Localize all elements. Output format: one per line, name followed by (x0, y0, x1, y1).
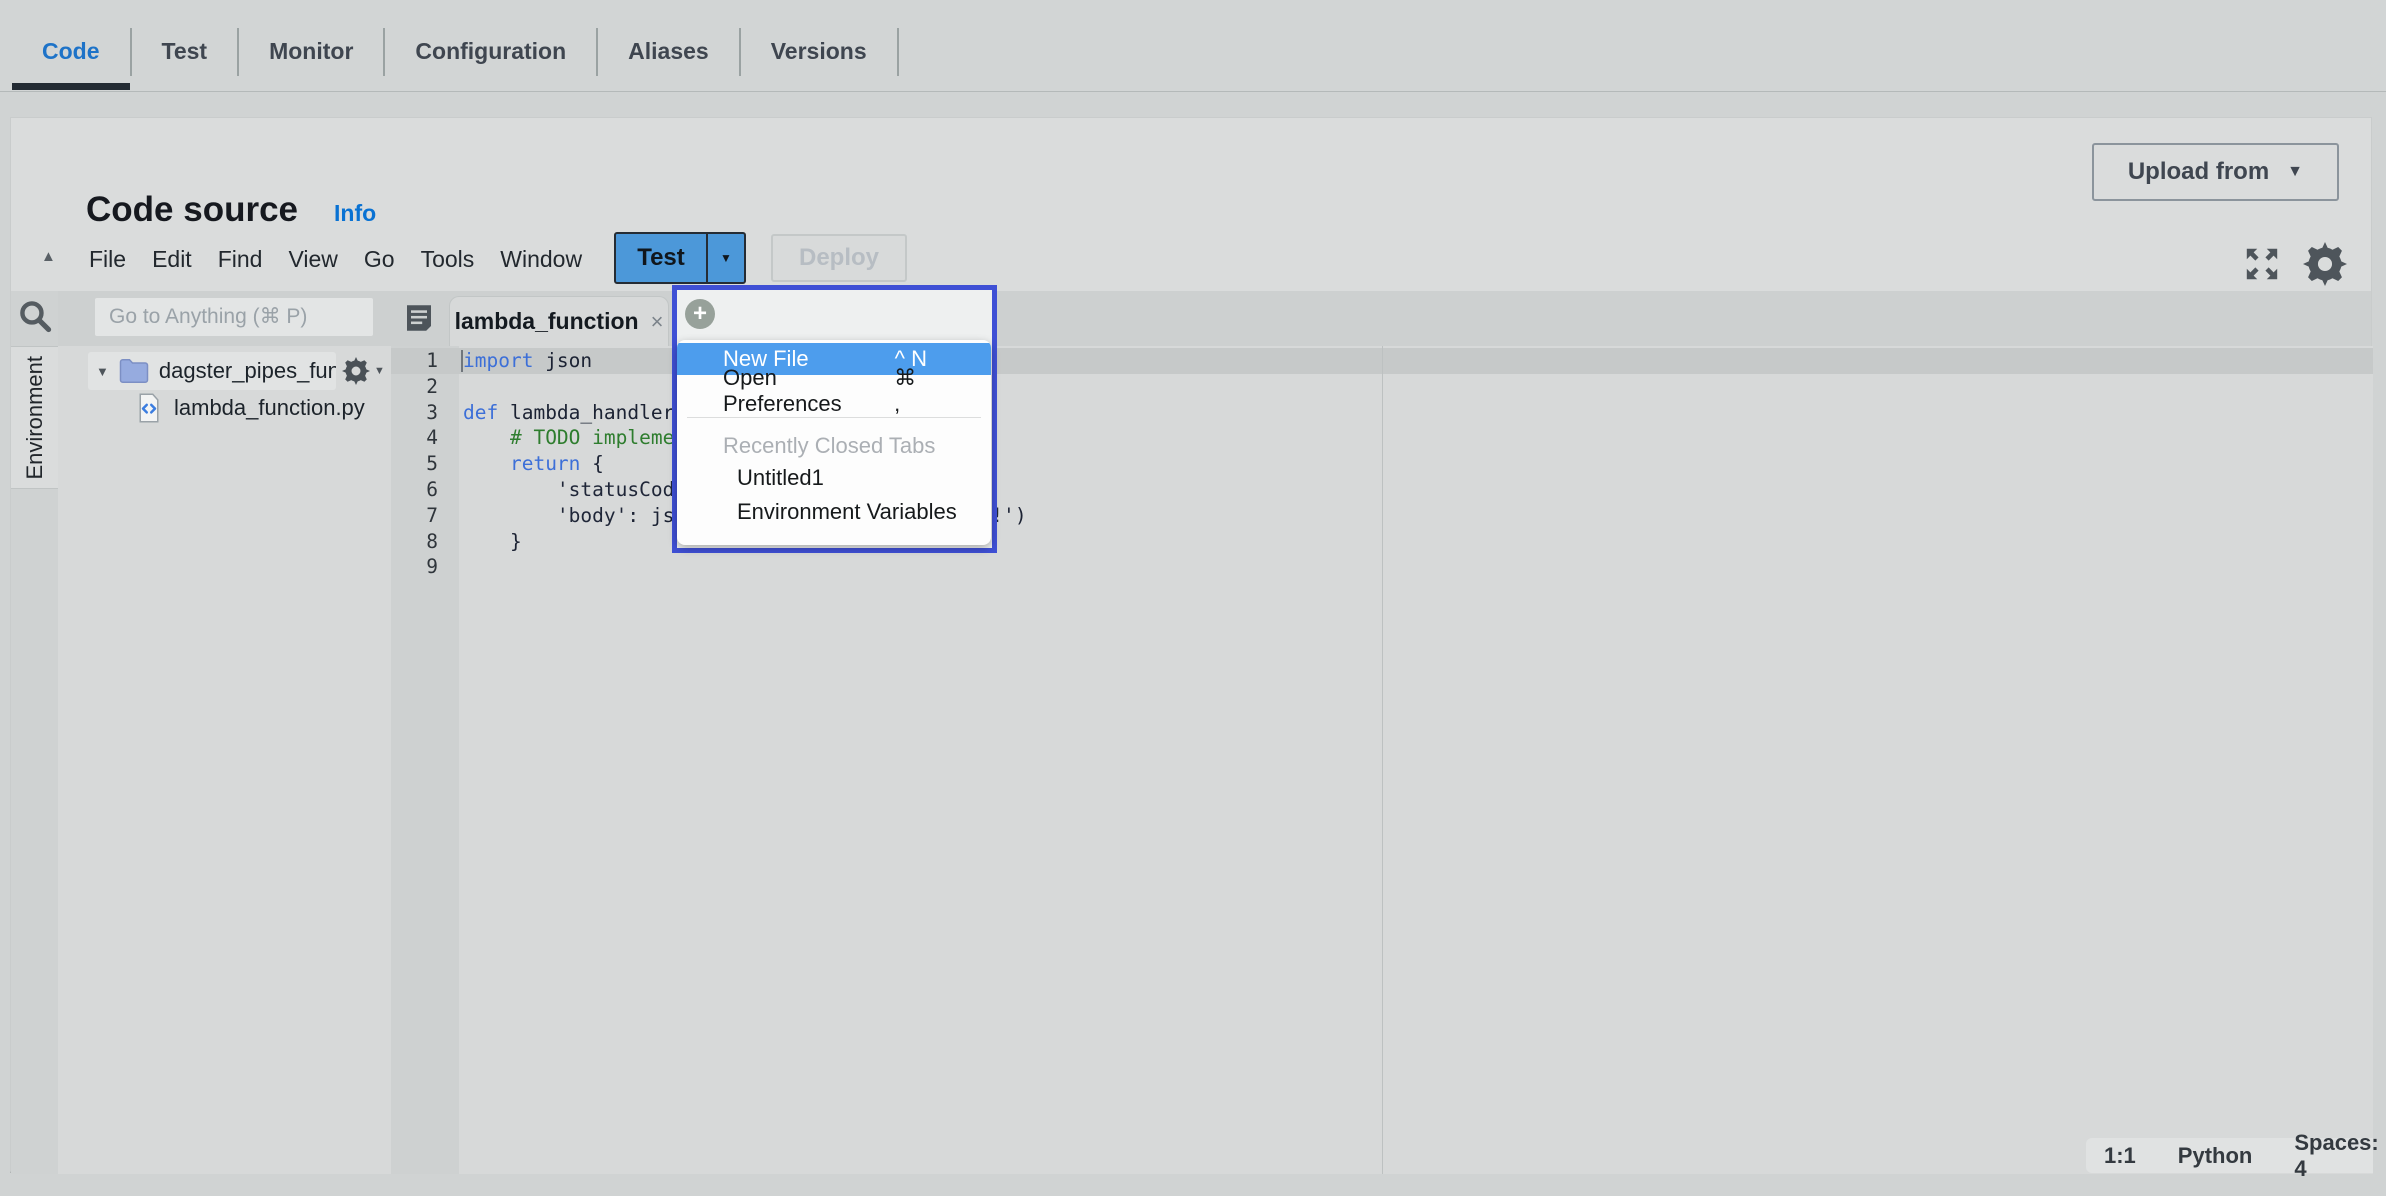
menubar-item[interactable]: Window (500, 246, 582, 273)
line-number: 3 (391, 400, 438, 426)
chevron-down-icon: ▼ (2287, 163, 2303, 181)
nav-tab[interactable]: Aliases (598, 28, 741, 76)
text-cursor (461, 350, 463, 372)
nav-tab[interactable]: Configuration (385, 28, 598, 76)
editor-statusbar: 1:1 Python Spaces: 4 (2086, 1138, 2373, 1173)
tab-lambda-function[interactable]: lambda_function × (449, 296, 669, 346)
cursor-position[interactable]: 1:1 (2104, 1143, 2136, 1169)
fullscreen-icon[interactable] (2243, 245, 2281, 283)
tab-label: lambda_function (455, 308, 639, 335)
code-text: # TODO implement (463, 425, 698, 451)
editor-window-icons (2243, 242, 2347, 286)
code-text: } (463, 529, 522, 555)
tree-gear-caret-icon: ▼ (374, 365, 385, 377)
indent-setting[interactable]: Spaces: 4 (2294, 1130, 2378, 1182)
folder-name: dagster_pipes_funct (159, 358, 336, 384)
menu-item-shortcut: ⌘ , (894, 365, 927, 417)
page-title: Code source (86, 190, 298, 230)
editor-menubar: File Edit Find View Go Tools Window (89, 231, 582, 287)
nav-tab[interactable]: Versions (741, 28, 899, 76)
nav-tab-list: CodeTestMonitorConfigurationAliasesVersi… (0, 12, 2386, 91)
tree-row-folder[interactable]: ▼ dagster_pipes_funct ▼ (88, 352, 391, 390)
code-text: return { (463, 451, 604, 477)
syntax-mode[interactable]: Python (2178, 1143, 2253, 1169)
nav-tab[interactable]: Test (132, 28, 240, 76)
new-tab-plus-button[interactable]: + (685, 299, 715, 329)
menubar-item[interactable]: Edit (152, 246, 192, 273)
test-button[interactable]: Test (616, 234, 706, 282)
menu-divider (687, 417, 981, 418)
menubar-item[interactable]: Tools (421, 246, 475, 273)
python-file-icon (136, 393, 162, 423)
code-source-panel: Code source Info Upload from ▼ ▲ File Edi… (10, 117, 2372, 1173)
upload-from-button[interactable]: Upload from ▼ (2092, 143, 2339, 201)
search-icon[interactable] (18, 299, 52, 333)
file-name: lambda_function.py (174, 395, 365, 421)
code-line[interactable]: 9 (391, 554, 2373, 580)
collapse-editor-icon[interactable]: ▲ (41, 248, 56, 265)
settings-gear-icon[interactable] (2303, 242, 2347, 286)
nav-tab[interactable]: Monitor (239, 28, 385, 76)
line-number: 6 (391, 477, 438, 503)
menubar-item[interactable]: Go (364, 246, 395, 273)
test-split-button[interactable]: Test ▼ (614, 232, 746, 284)
new-tab-dropdown: + New File ^ N Open Preferences ⌘ , Rece… (672, 285, 997, 553)
test-dropdown-caret[interactable]: ▼ (706, 234, 744, 282)
close-tab-icon[interactable]: × (651, 309, 664, 335)
menubar-item[interactable]: File (89, 246, 126, 273)
deploy-button[interactable]: Deploy (771, 234, 907, 282)
menubar-item[interactable]: View (288, 246, 337, 273)
go-to-anything-input[interactable] (95, 298, 373, 336)
menubar-item[interactable]: Find (218, 246, 263, 273)
new-tab-menu: New File ^ N Open Preferences ⌘ , Recent… (677, 340, 991, 545)
environment-file-tree: ▼ dagster_pipes_funct ▼ lambda_function.… (58, 346, 391, 1174)
line-number: 1 (391, 348, 438, 374)
line-number: 4 (391, 425, 438, 451)
tree-settings-control[interactable]: ▼ (342, 357, 385, 385)
environment-tab-label: Environment (22, 356, 48, 480)
recently-closed-tab-item[interactable]: Untitled1 (677, 462, 991, 494)
line-number: 7 (391, 503, 438, 529)
upload-from-label: Upload from (2128, 158, 2269, 186)
menu-item[interactable]: Open Preferences ⌘ , (677, 375, 991, 407)
line-number: 2 (391, 374, 438, 400)
environment-panel-tab[interactable]: Environment (11, 346, 58, 489)
tree-gear-icon[interactable] (342, 357, 370, 385)
code-text: import json (463, 348, 592, 374)
panel-header: Code source Info (86, 190, 376, 230)
menu-section-label: Recently Closed Tabs (723, 432, 991, 460)
recently-closed-tab-item[interactable]: Environment Variables (677, 496, 991, 528)
line-number: 9 (391, 554, 438, 580)
tab-list-icon[interactable] (403, 302, 435, 334)
line-number: 8 (391, 529, 438, 555)
tree-row-file[interactable]: lambda_function.py (136, 390, 391, 426)
folder-row-highlight[interactable]: ▼ dagster_pipes_funct (88, 352, 336, 390)
nav-tab[interactable]: Code (12, 28, 132, 76)
disclosure-triangle-icon[interactable]: ▼ (96, 364, 109, 379)
folder-icon (119, 358, 149, 384)
line-number: 5 (391, 451, 438, 477)
menu-item-label: Open Preferences (723, 365, 894, 417)
info-link[interactable]: Info (334, 200, 376, 227)
function-nav-tabs: CodeTestMonitorConfigurationAliasesVersi… (0, 0, 2386, 92)
